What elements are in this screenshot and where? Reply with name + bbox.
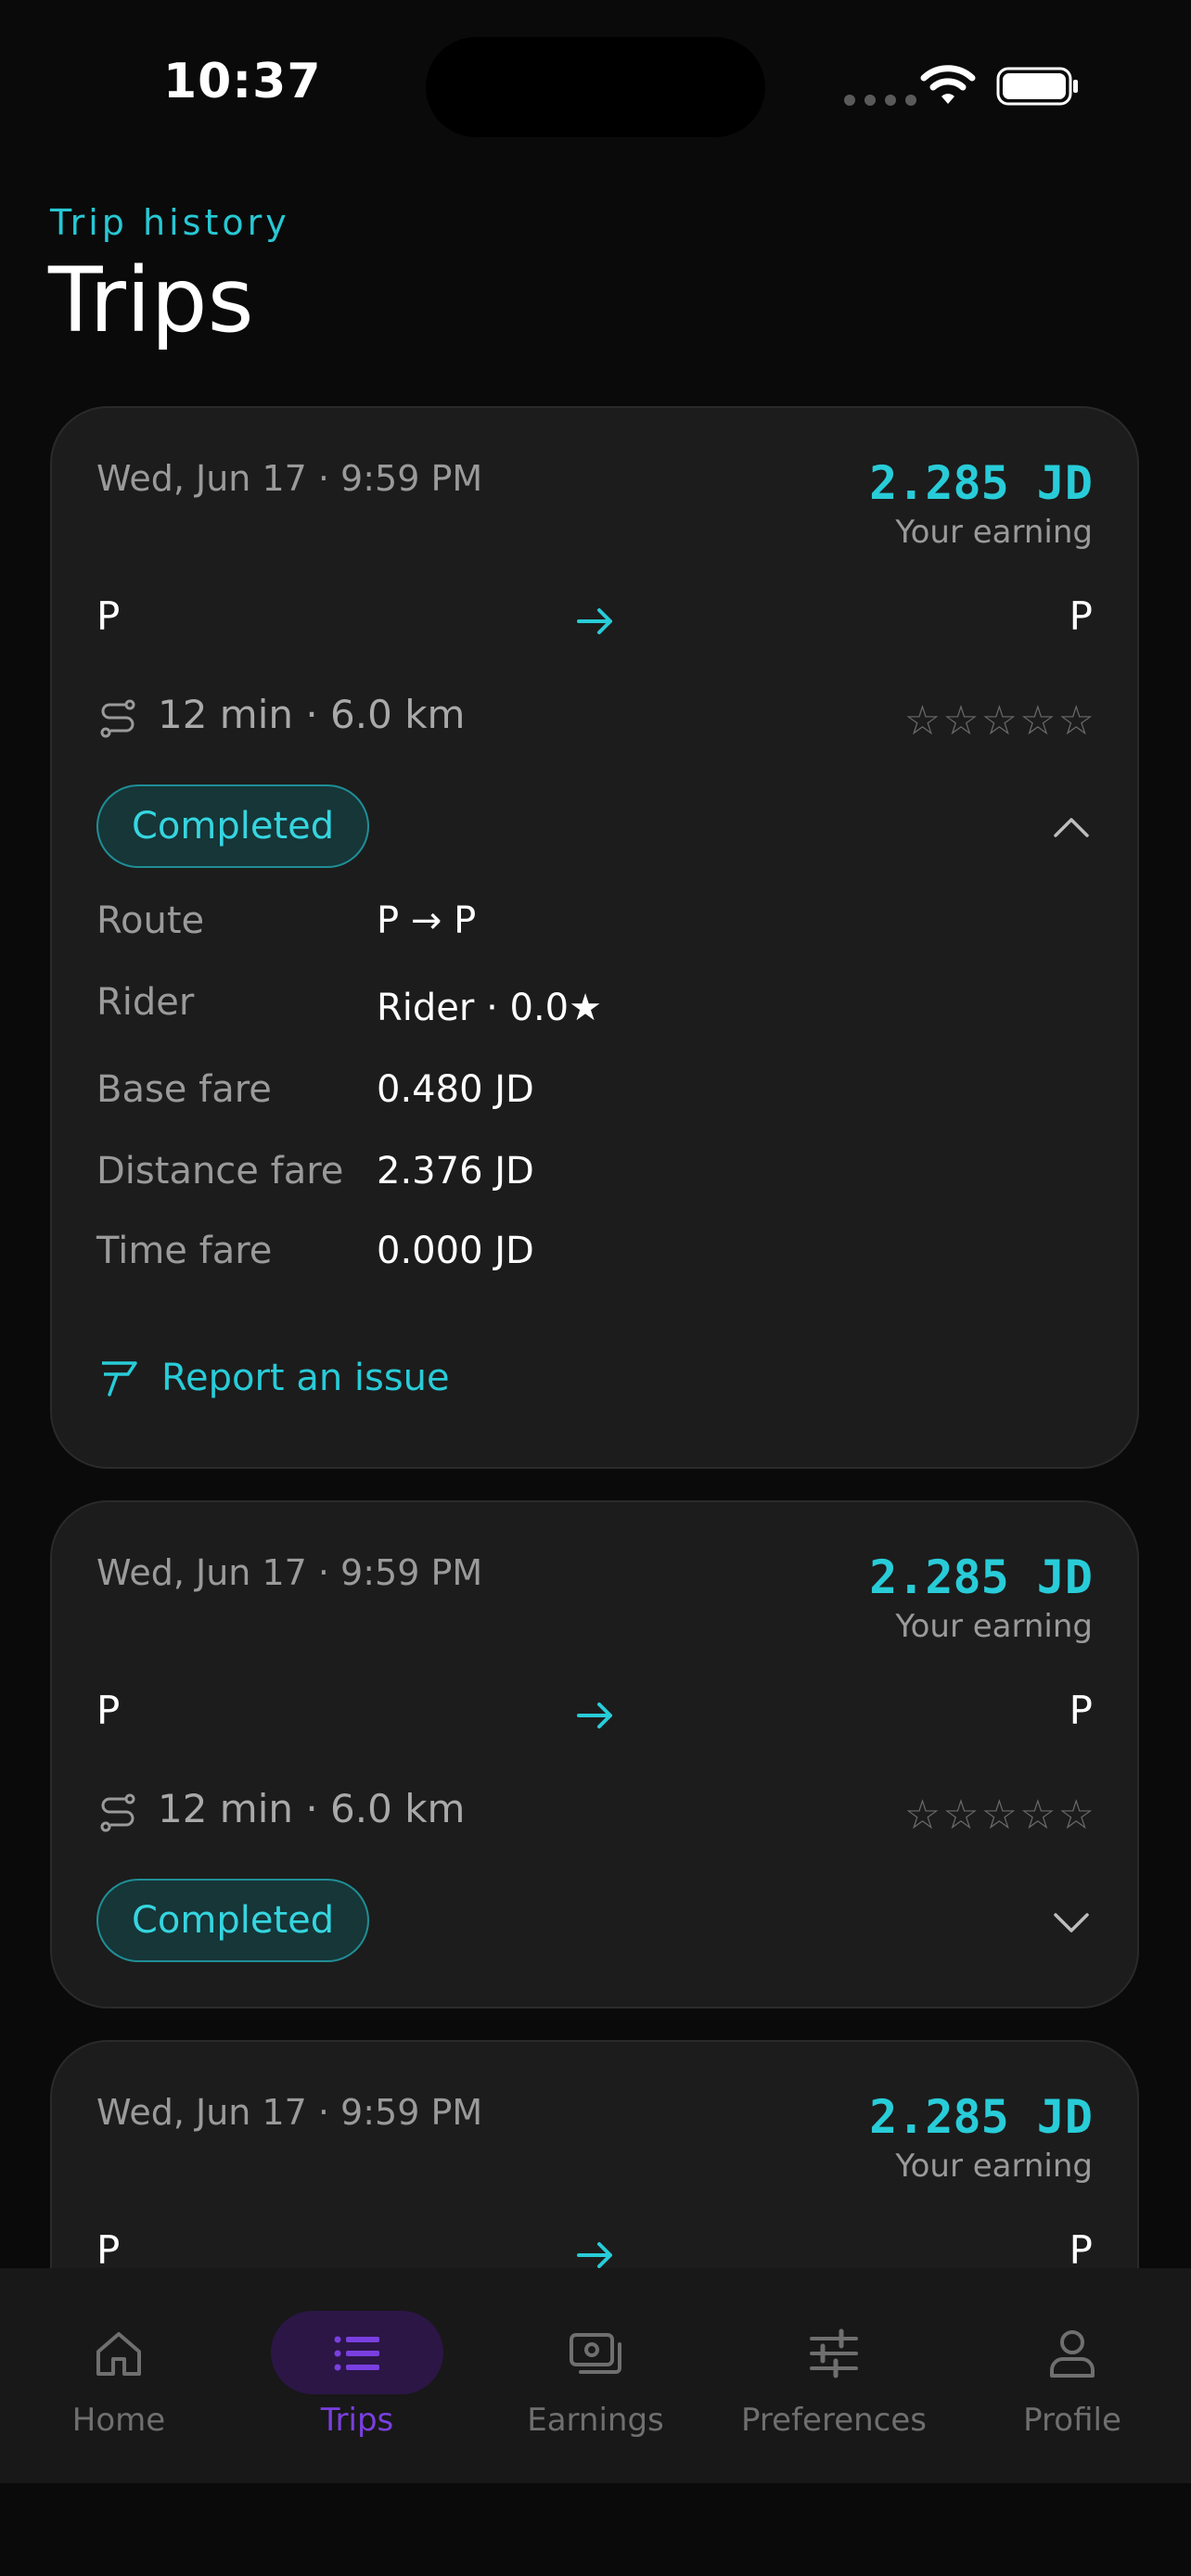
person-icon (1050, 2330, 1095, 2378)
trip-duration-distance: 12 min · 6.0 km (158, 692, 466, 737)
trip-datetime: Wed, Jun 17 · 9:59 PM (96, 1552, 483, 1593)
star-empty-icon: ☆ (980, 1792, 1018, 1839)
page-eyebrow: Trip history (50, 202, 290, 243)
cellular-signal-icon (844, 95, 916, 106)
detail-value: 2.376 JD (377, 1150, 534, 1192)
bottom-tab-bar: Home Trips Earnings Preferences Profile (0, 2268, 1191, 2483)
trip-origin: P (96, 593, 121, 639)
chevron-down-icon[interactable] (1050, 1901, 1093, 1944)
arrow-right-icon (577, 1702, 612, 1728)
flag-icon (102, 1361, 137, 1396)
trip-earning-label: Your earning (895, 2148, 1093, 2185)
tab-label: Preferences (741, 2402, 927, 2439)
rating-stars: ☆ ☆ ☆ ☆ ☆ (904, 1795, 1095, 1836)
trip-datetime: Wed, Jun 17 · 9:59 PM (96, 2092, 483, 2133)
tab-earnings[interactable]: Earnings (480, 2268, 711, 2483)
trip-card[interactable]: Wed, Jun 17 · 9:59 PM 2.285 JD Your earn… (50, 1500, 1139, 2009)
status-bar: 10:37 (0, 0, 1191, 176)
home-indicator-area (0, 2483, 1191, 2576)
list-icon (334, 2336, 379, 2371)
star-empty-icon: ☆ (1057, 697, 1095, 745)
tab-home[interactable]: Home (3, 2268, 235, 2483)
star-empty-icon: ☆ (942, 1792, 980, 1839)
trip-earning-amount: 2.285 JD (869, 1550, 1093, 1604)
arrow-right-icon (577, 608, 612, 634)
chevron-up-icon[interactable] (1050, 807, 1093, 849)
detail-label: Rider (96, 981, 195, 1024)
status-badge: Completed (96, 784, 370, 868)
star-empty-icon: ☆ (903, 697, 941, 745)
tab-preferences[interactable]: Preferences (718, 2268, 950, 2483)
star-empty-icon: ☆ (942, 697, 980, 745)
star-empty-icon: ☆ (980, 697, 1018, 745)
detail-label: Route (96, 899, 205, 942)
star-empty-icon: ☆ (903, 1792, 941, 1839)
route-icon (100, 1793, 135, 1832)
tab-label: Earnings (527, 2402, 664, 2439)
route-icon (100, 699, 135, 738)
star-empty-icon: ☆ (1019, 697, 1057, 745)
star-empty-icon: ☆ (1057, 1792, 1095, 1839)
trip-earning-amount: 2.285 JD (869, 2090, 1093, 2144)
trip-destination: P (1069, 593, 1093, 639)
trip-earning-label: Your earning (895, 1608, 1093, 1645)
trip-origin: P (96, 2227, 121, 2273)
trip-destination: P (1069, 2227, 1093, 2273)
trip-duration-distance: 12 min · 6.0 km (158, 1786, 466, 1831)
trip-datetime: Wed, Jun 17 · 9:59 PM (96, 458, 483, 499)
detail-label: Distance fare (96, 1150, 344, 1192)
page-title: Trips (48, 249, 254, 352)
dynamic-island (426, 37, 765, 137)
detail-value: 0.000 JD (377, 1230, 534, 1272)
tab-profile[interactable]: Profile (956, 2268, 1188, 2483)
tab-trips[interactable]: Trips (241, 2268, 473, 2483)
home-icon (96, 2332, 141, 2376)
wallet-icon (570, 2333, 621, 2374)
report-issue-button[interactable]: Report an issue (96, 1356, 450, 1400)
sliders-icon (810, 2328, 858, 2378)
battery-icon (996, 67, 1078, 106)
detail-value: P → P (377, 899, 477, 942)
status-time: 10:37 (163, 54, 322, 109)
trip-earning-amount: 2.285 JD (869, 456, 1093, 510)
trip-origin: P (96, 1688, 121, 1733)
tab-label: Home (71, 2402, 166, 2439)
trip-destination: P (1069, 1688, 1093, 1733)
wifi-icon (920, 65, 976, 104)
tab-label: Trips (320, 2402, 394, 2439)
detail-label: Time fare (96, 1230, 273, 1272)
status-badge: Completed (96, 1879, 370, 1962)
detail-label: Base fare (96, 1068, 272, 1111)
rating-stars: ☆ ☆ ☆ ☆ ☆ (904, 701, 1095, 742)
report-issue-label: Report an issue (161, 1357, 450, 1399)
detail-value: 0.480 JD (377, 1068, 534, 1111)
tab-label: Profile (1023, 2402, 1121, 2439)
star-empty-icon: ☆ (1019, 1792, 1057, 1839)
trip-card[interactable]: Wed, Jun 17 · 9:59 PM 2.285 JD Your earn… (50, 406, 1139, 1469)
trip-earning-label: Your earning (895, 514, 1093, 551)
detail-value: Rider · 0.0★ (377, 987, 602, 1029)
